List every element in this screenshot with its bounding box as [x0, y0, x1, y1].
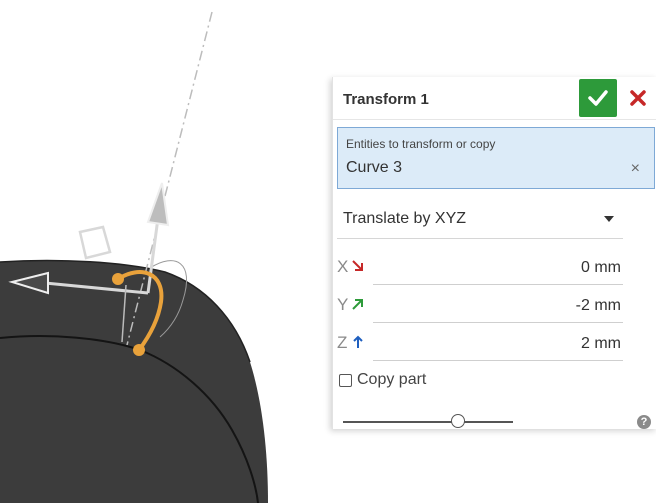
z-offset-input[interactable]: 2 mm: [373, 323, 623, 361]
part-body[interactable]: [0, 260, 268, 503]
y-offset-value: -2 mm: [575, 297, 621, 314]
y-direction-icon: [352, 299, 363, 310]
clear-icon[interactable]: ×: [631, 161, 640, 177]
cancel-button[interactable]: [625, 85, 651, 111]
y-offset-row: Y -2 mm: [337, 285, 623, 323]
y-axis-letter: Y: [337, 295, 349, 314]
x-offset-input[interactable]: 0 mm: [373, 247, 623, 285]
z-offset-row: Z 2 mm: [337, 323, 623, 361]
z-offset-value: 2 mm: [581, 335, 621, 352]
title-divider: [333, 119, 656, 120]
entities-value: Curve 3: [346, 159, 403, 176]
transform-dialog: Transform 1 Entities to transform or cop…: [332, 77, 656, 429]
transform-type-dropdown[interactable]: Translate by XYZ: [337, 201, 623, 237]
close-icon: [630, 90, 646, 106]
rollback-slider[interactable]: [343, 411, 513, 431]
dropdown-underline: [337, 238, 623, 239]
slider-track: [343, 421, 513, 423]
chevron-down-icon: [604, 216, 614, 222]
x-offset-row: X 0 mm: [337, 247, 623, 285]
entities-selection-field[interactable]: Entities to transform or copy Curve 3 ×: [337, 127, 655, 189]
help-icon[interactable]: ?: [637, 415, 651, 429]
x-offset-value: 0 mm: [581, 259, 621, 276]
copy-part-checkbox[interactable]: [339, 374, 352, 387]
slider-knob[interactable]: [451, 414, 465, 428]
checkmark-icon: [588, 90, 608, 106]
transform-type-value: Translate by XYZ: [343, 210, 467, 227]
entities-label: Entities to transform or copy: [346, 137, 496, 151]
z-direction-icon: [353, 335, 363, 348]
copy-part-label: Copy part: [357, 371, 427, 388]
x-direction-icon: [352, 260, 363, 271]
y-offset-input[interactable]: -2 mm: [373, 285, 623, 323]
accept-button[interactable]: [579, 79, 617, 117]
z-axis-letter: Z: [337, 333, 348, 352]
x-axis-letter: X: [337, 257, 349, 276]
dialog-title: Transform 1: [343, 91, 429, 108]
